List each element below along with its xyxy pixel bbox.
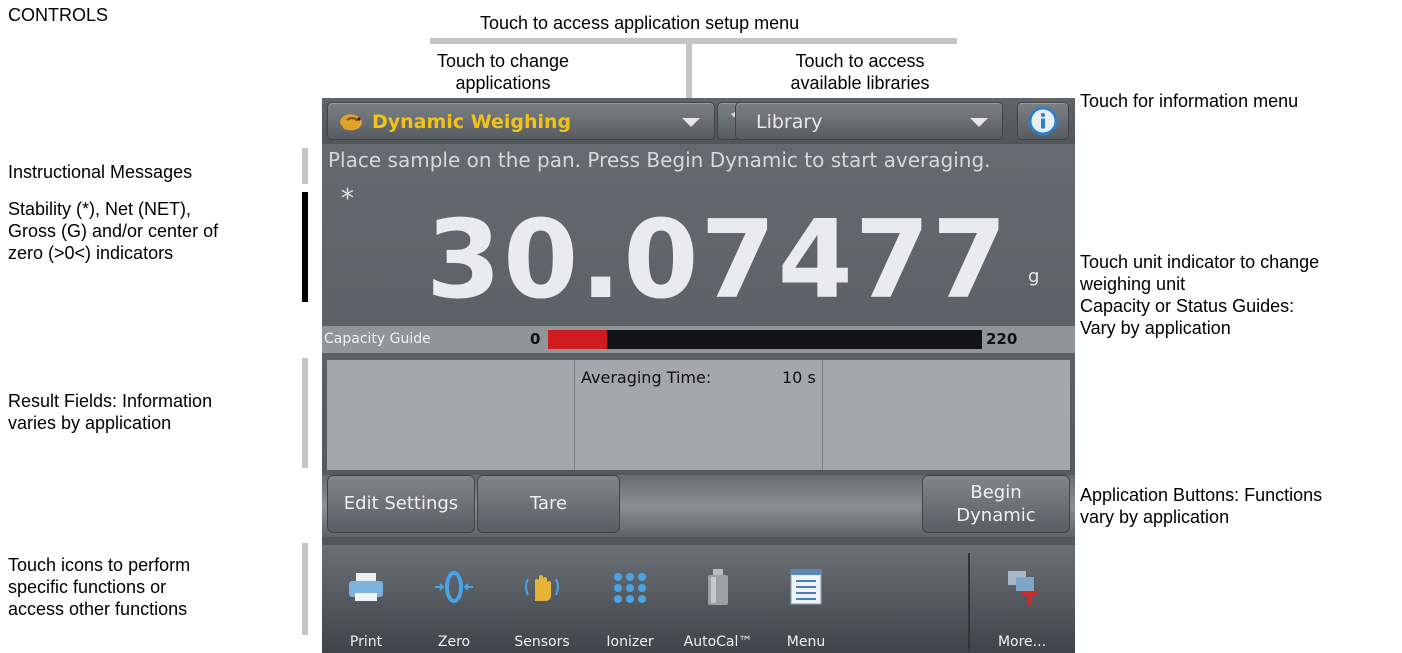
chevron-down-icon xyxy=(970,118,988,127)
tray-label: Ionizer xyxy=(606,634,654,650)
result-divider xyxy=(574,360,575,470)
indicators-bracket xyxy=(302,192,308,302)
instructional-callout: Instructional Messages xyxy=(8,162,193,182)
capacity-min: 0 xyxy=(530,330,541,348)
capacity-fill xyxy=(548,330,607,349)
application-selector[interactable]: Dynamic Weighing xyxy=(327,102,715,140)
capacity-max: 220 xyxy=(986,330,1018,348)
instruction-message: Place sample on the pan. Press Begin Dyn… xyxy=(328,148,991,172)
tray-label: Menu xyxy=(786,634,826,650)
results-callout: Result Fields: Information varies by app… xyxy=(8,391,213,433)
application-buttons: Edit Settings Tare Begin Dynamic xyxy=(322,475,1075,537)
zero-icon xyxy=(434,567,474,607)
tray-label: More... xyxy=(997,634,1047,650)
menu-list-icon xyxy=(786,567,826,607)
calibration-weight-icon xyxy=(698,567,738,607)
setup-menu-pointer xyxy=(686,44,692,98)
stability-indicator: * xyxy=(341,184,354,214)
weight-display: 30.07477 xyxy=(426,198,1010,323)
info-callout: Touch for information menu xyxy=(1080,91,1299,111)
hand-sensor-icon xyxy=(522,567,562,607)
ionizer-icon xyxy=(610,567,650,607)
icons-callout: Touch icons to perform specific function… xyxy=(8,555,191,619)
application-selector-label: Dynamic Weighing xyxy=(372,111,572,133)
tray-label: AutoCal™ xyxy=(683,634,753,650)
unit-guides-callout: Touch unit indicator to change weighing … xyxy=(1080,252,1320,338)
tray-more[interactable]: More... xyxy=(972,545,1072,653)
tray-label: Sensors xyxy=(514,634,570,650)
results-bracket xyxy=(302,358,308,468)
page-heading: CONTROLS xyxy=(8,5,109,25)
tray-menu[interactable]: Menu xyxy=(762,545,850,653)
info-button[interactable] xyxy=(1017,102,1069,140)
capacity-track xyxy=(548,330,982,349)
top-bar: Dynamic Weighing Library xyxy=(322,98,1075,144)
balance-screen: Dynamic Weighing Library Place sample on… xyxy=(322,98,1075,653)
result-fields: Averaging Time: 10 s xyxy=(327,360,1070,470)
unit-indicator[interactable]: g xyxy=(1028,266,1039,287)
dynamic-weighing-icon xyxy=(338,109,366,135)
chevron-down-icon xyxy=(682,118,700,127)
capacity-guide-label: Capacity Guide xyxy=(324,331,431,347)
setup-menu-bracket xyxy=(430,38,957,44)
result-divider xyxy=(822,360,823,470)
icon-tray: Print Zero Sensors Ionizer AutoCal™ Menu… xyxy=(322,545,1075,653)
tray-label: Print xyxy=(349,634,383,650)
tray-print[interactable]: Print xyxy=(322,545,410,653)
begin-dynamic-button[interactable]: Begin Dynamic xyxy=(922,475,1070,533)
instructional-bracket xyxy=(302,148,308,184)
tray-zero[interactable]: Zero xyxy=(410,545,498,653)
printer-icon xyxy=(346,567,386,607)
more-icon xyxy=(1002,567,1042,607)
tray-label: Zero xyxy=(437,634,471,650)
averaging-time-label: Averaging Time: xyxy=(581,368,712,387)
app-buttons-callout: Application Buttons: Functions vary by a… xyxy=(1080,485,1323,527)
averaging-time-value: 10 s xyxy=(782,368,816,387)
tare-button[interactable]: Tare xyxy=(477,475,620,533)
info-icon xyxy=(1028,106,1058,136)
capacity-guide: Capacity Guide 0 220 xyxy=(322,326,1075,353)
edit-settings-button[interactable]: Edit Settings xyxy=(327,475,475,533)
tray-sensors[interactable]: Sensors xyxy=(498,545,586,653)
library-selector[interactable]: Library xyxy=(735,102,1003,140)
library-selector-label: Library xyxy=(756,111,823,133)
tray-ionizer[interactable]: Ionizer xyxy=(586,545,674,653)
libraries-callout: Touch to access available libraries xyxy=(790,51,930,93)
setup-menu-callout: Touch to access application setup menu xyxy=(480,13,800,33)
tray-autocal[interactable]: AutoCal™ xyxy=(674,545,762,653)
indicators-callout: Stability (*), Net (NET), Gross (G) and/… xyxy=(8,199,219,263)
icons-bracket xyxy=(302,543,308,635)
change-app-callout: Touch to change applications xyxy=(436,51,570,93)
tray-divider xyxy=(968,553,970,651)
